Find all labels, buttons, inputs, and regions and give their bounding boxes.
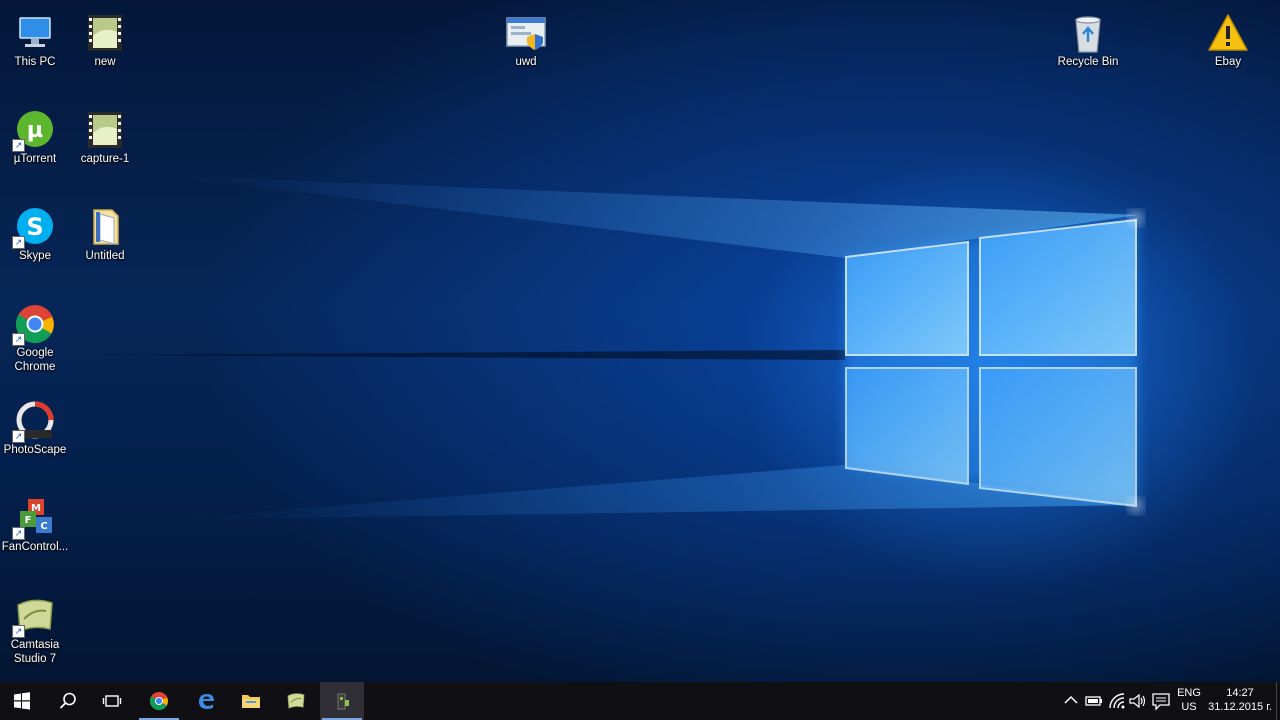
clock[interactable]: 14:27 31.12.2015 г.	[1204, 686, 1276, 714]
clock-date: 31.12.2015 г.	[1208, 701, 1272, 713]
desktop-icon-this-pc[interactable]: This PC	[0, 6, 70, 98]
keyboard-layout-label: US	[1181, 701, 1197, 713]
show-desktop-button[interactable]	[1276, 682, 1280, 720]
camtasia-icon	[287, 693, 305, 709]
search-icon	[59, 692, 76, 709]
uwd-icon	[506, 17, 546, 50]
taskbar-edge-button[interactable]	[184, 682, 228, 720]
desktop-icon-google-chrome[interactable]: ↗ Google Chrome	[0, 297, 70, 389]
svg-text:C: C	[40, 521, 47, 532]
shortcut-arrow-icon: ↗	[12, 527, 25, 540]
notification-icon[interactable]	[1151, 691, 1171, 711]
desktop-icon-label: capture-1	[80, 153, 130, 165]
wifi-icon[interactable]	[1107, 691, 1127, 711]
video-file-icon	[88, 15, 122, 51]
shortcut-arrow-icon: ↗	[12, 430, 25, 443]
desktop-icon-utorrent[interactable]: µ ↗ µTorrent	[0, 103, 70, 195]
svg-text:F: F	[25, 515, 32, 526]
video-file-icon	[88, 112, 122, 148]
shortcut-arrow-icon: ↗	[12, 139, 25, 152]
recorder-icon	[337, 693, 349, 710]
language-label: ENG	[1177, 687, 1201, 699]
wallpaper	[100, 175, 1141, 520]
svg-text:M: M	[31, 503, 41, 514]
taskbar-recorder-button[interactable]	[320, 682, 364, 720]
desktop-icon-fancontrol[interactable]: M F C ↗ FanControl...	[0, 491, 70, 583]
clock-time: 14:27	[1226, 687, 1254, 699]
warning-icon	[1208, 14, 1248, 51]
desktop-icon-label: new	[94, 56, 116, 68]
taskbar: ENG US 14:27 31.12.2015 г.	[0, 682, 1280, 720]
task-view-icon	[102, 695, 122, 707]
volume-icon[interactable]	[1128, 691, 1148, 711]
svg-text:S: S	[26, 213, 43, 241]
shortcut-arrow-icon: ↗	[12, 625, 25, 638]
desktop-icon-label: Recycle Bin	[1057, 56, 1119, 68]
recycle-bin-icon	[1075, 16, 1101, 53]
desktop-icon-camtasia[interactable]: ↗ Camtasia Studio 7	[0, 589, 70, 681]
desktop-icon-label: Untitled	[85, 250, 125, 262]
desktop-icon-ebay[interactable]: Ebay	[1193, 6, 1263, 98]
taskbar-chrome-button[interactable]	[137, 682, 181, 720]
computer-icon	[19, 17, 51, 47]
chevron-up-icon[interactable]	[1061, 691, 1081, 711]
windows-logo-icon	[14, 692, 30, 710]
document-icon	[93, 209, 119, 245]
shortcut-arrow-icon: ↗	[12, 333, 25, 346]
desktop-icon-uwd[interactable]: uwd	[491, 6, 561, 98]
folder-icon	[242, 695, 260, 708]
battery-icon[interactable]	[1084, 691, 1104, 711]
search-button[interactable]	[46, 682, 90, 720]
taskbar-camtasia-button[interactable]	[274, 682, 318, 720]
desktop-icon-label: Ebay	[1214, 56, 1242, 68]
chrome-icon	[149, 691, 169, 711]
desktop[interactable]: This PC µ ↗ µTorrent S ↗ Skype ↗ Google …	[0, 0, 1280, 682]
desktop-icon-new[interactable]: new	[70, 6, 140, 98]
taskbar-file-explorer-button[interactable]	[229, 682, 273, 720]
desktop-icon-photoscape[interactable]: ↗ PhotoScape	[0, 394, 70, 486]
desktop-icon-label: Camtasia Studio 7	[10, 639, 60, 665]
start-button[interactable]	[0, 682, 44, 720]
desktop-icon-label: uwd	[515, 56, 537, 68]
desktop-icon-recycle-bin[interactable]: Recycle Bin	[1053, 6, 1123, 98]
task-view-button[interactable]	[90, 682, 134, 720]
shortcut-arrow-icon: ↗	[12, 236, 25, 249]
desktop-icon-capture-1[interactable]: capture-1	[70, 103, 140, 195]
desktop-icon-skype[interactable]: S ↗ Skype	[0, 200, 70, 292]
desktop-icon-untitled[interactable]: Untitled	[70, 200, 140, 292]
desktop-icon-label: PhotoScape	[3, 444, 67, 456]
desktop-icon-label: FanControl...	[1, 541, 69, 553]
desktop-icon-label: Google Chrome	[14, 347, 56, 373]
svg-text:µ: µ	[27, 118, 43, 143]
input-language-indicator[interactable]: ENG US	[1172, 686, 1206, 714]
edge-icon	[199, 694, 214, 709]
